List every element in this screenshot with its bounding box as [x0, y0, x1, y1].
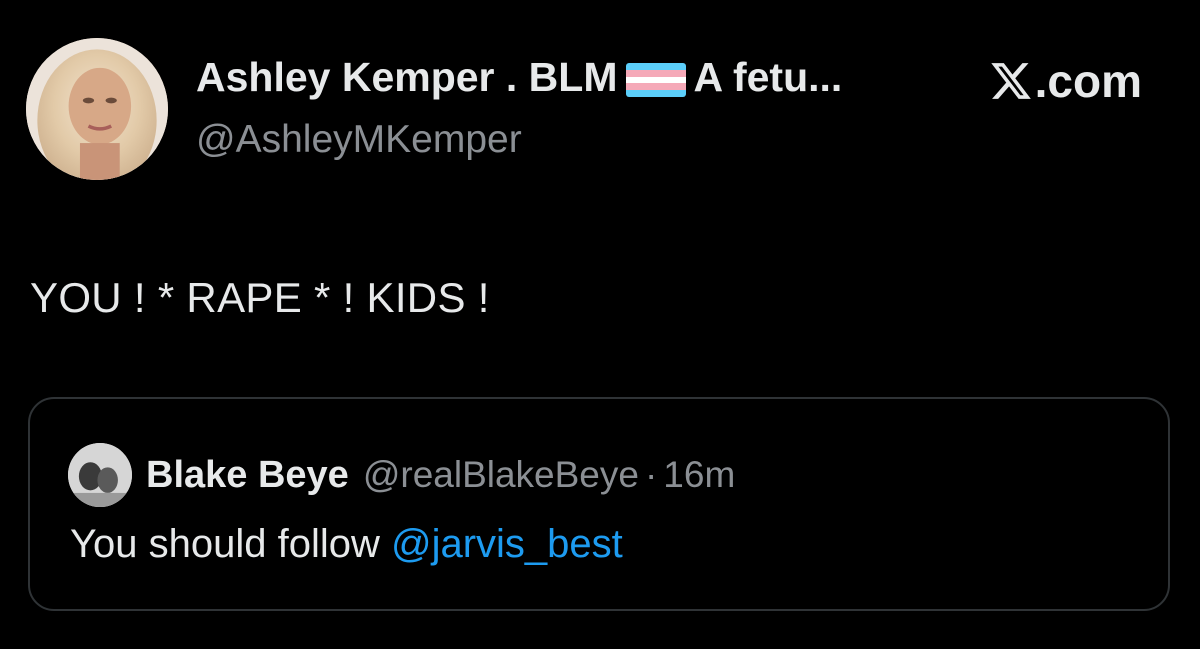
tweet-text: YOU ! * RAPE * ! KIDS !	[30, 274, 490, 321]
quote-text-prefix: You should follow	[70, 522, 391, 566]
author-display-name[interactable]: Ashley Kemper . BLM A fetu...	[196, 54, 842, 101]
author-display-name-part2: A fetu...	[693, 54, 843, 100]
x-logo-icon	[989, 59, 1033, 103]
quote-header: Blake Beye @realBlakeBeye · 16m	[68, 443, 735, 507]
quote-text: You should follow @jarvis_best	[70, 522, 623, 567]
author-avatar[interactable]	[26, 38, 168, 180]
brand-text: .com	[1034, 55, 1142, 107]
quote-author-avatar[interactable]	[68, 443, 132, 507]
mention-link[interactable]: @jarvis_best	[391, 522, 623, 566]
quote-author-avatar-image	[68, 443, 132, 507]
transgender-flag-icon	[625, 62, 686, 97]
x-brand-watermark: .com	[989, 54, 1142, 108]
quote-author-handle[interactable]: @realBlakeBeye	[363, 454, 639, 496]
separator-dot: ·	[644, 454, 658, 495]
author-handle[interactable]: @AshleyMKemper	[196, 118, 522, 162]
quote-author-name[interactable]: Blake Beye	[146, 454, 349, 497]
author-avatar-image	[26, 38, 168, 180]
quote-timestamp[interactable]: 16m	[663, 454, 735, 496]
quote-tweet-card[interactable]: Blake Beye @realBlakeBeye · 16m You shou…	[28, 397, 1170, 611]
author-display-name-part1: Ashley Kemper . BLM	[196, 54, 618, 100]
